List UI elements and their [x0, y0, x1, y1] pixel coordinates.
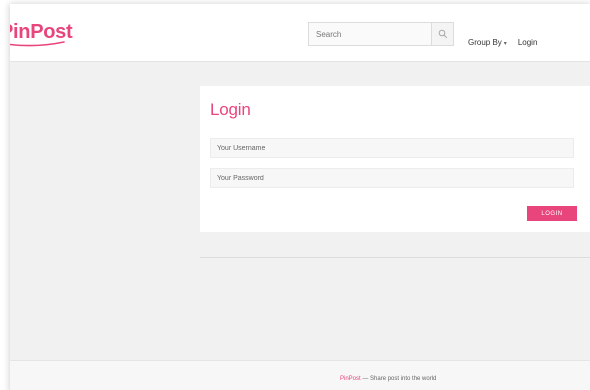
site-header: PinPost Group By▾ Login — [10, 4, 590, 62]
content-divider — [200, 257, 590, 258]
site-logo[interactable]: PinPost — [10, 22, 73, 42]
logo-swoosh-icon — [10, 41, 65, 47]
main-nav: Group By ▾ Login — [468, 38, 548, 47]
search-button[interactable] — [431, 23, 453, 45]
search-box — [308, 22, 454, 46]
footer-tagline: — Share post into the world — [360, 376, 437, 382]
login-title: Login — [210, 100, 251, 119]
login-card: Login LOGIN — [200, 86, 590, 232]
search-icon — [438, 29, 447, 39]
login-button[interactable]: LOGIN — [527, 206, 577, 221]
nav-login[interactable]: Login — [518, 38, 538, 47]
chevron-down-icon: ▾ — [503, 41, 507, 47]
search-input[interactable] — [309, 23, 431, 45]
footer-text: PinPost — Share post into the world — [340, 376, 436, 382]
page-frame: PinPost Group By▾ Login Login LOGIN — [10, 4, 590, 390]
nav-group-by[interactable]: Group By ▾ — [468, 38, 507, 47]
password-field[interactable] — [210, 168, 574, 188]
footer-brand-link[interactable]: PinPost — [340, 376, 361, 382]
site-footer: PinPost — Share post into the world — [10, 360, 590, 390]
nav-group-by-label: Group By — [468, 38, 502, 47]
username-field[interactable] — [210, 138, 574, 158]
